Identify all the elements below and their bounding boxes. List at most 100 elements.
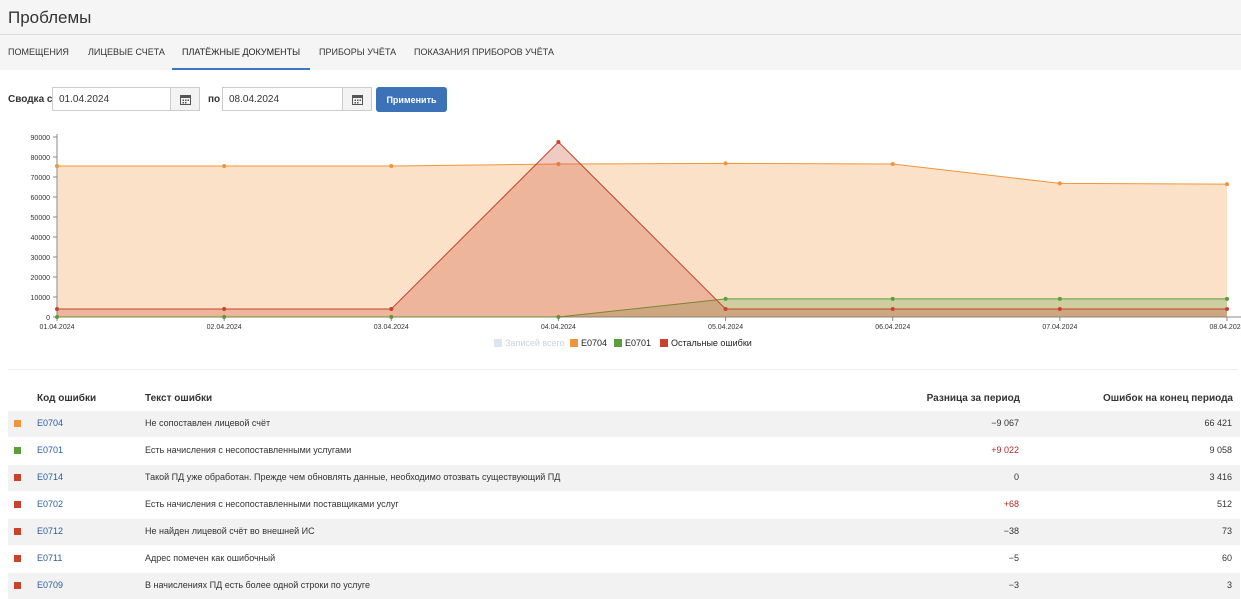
column-header-diff[interactable]: Разница за период	[927, 393, 1020, 404]
date-from-picker-button[interactable]	[170, 87, 200, 111]
error-end-count: 512	[1216, 499, 1232, 509]
error-code-link[interactable]: E0712	[37, 526, 63, 536]
table-row[interactable]: E0714 Такой ПД уже обработан. Прежде чем…	[8, 465, 1240, 491]
error-code-link[interactable]: E0714	[37, 472, 63, 482]
error-text: Адрес помечен как ошибочный	[145, 553, 276, 563]
error-diff: +9 022	[991, 445, 1019, 455]
calendar-icon	[180, 95, 191, 105]
table-row[interactable]: E0712 Не найден лицевой счёт во внешней …	[8, 519, 1240, 545]
error-color-marker	[14, 528, 21, 535]
header-divider	[0, 34, 1241, 35]
x-tick-label: 02.04.2024	[207, 324, 242, 331]
legend-swatch	[614, 339, 622, 347]
y-tick-label: 80000	[31, 155, 51, 162]
data-point-Остальные ошибки	[1225, 307, 1229, 311]
data-point-Остальные ошибки	[55, 307, 59, 311]
date-from-input[interactable]	[52, 87, 170, 111]
error-text: Есть начисления с несопоставленными услу…	[145, 445, 352, 455]
data-point-Остальные ошибки	[723, 307, 728, 311]
error-code-link[interactable]: E0701	[37, 445, 63, 455]
summary-to-label: по	[208, 94, 221, 105]
table-row[interactable]: E0702 Есть начисления с несопоставленным…	[8, 492, 1240, 518]
error-color-marker	[14, 420, 21, 427]
data-point-E0704	[1057, 181, 1062, 186]
error-color-marker	[14, 501, 21, 508]
error-color-marker	[14, 447, 21, 454]
column-header-end[interactable]: Ошибок на конец периода	[1103, 393, 1233, 404]
error-diff: −38	[1003, 526, 1019, 536]
tab-payment-documents[interactable]: ПЛАТЁЖНЫЕ ДОКУМЕНТЫ	[172, 36, 311, 70]
y-tick-label: 0	[46, 315, 50, 322]
y-tick-label: 40000	[31, 235, 51, 242]
table-row[interactable]: E0711 Адрес помечен как ошибочный −5 60	[8, 546, 1240, 572]
x-tick-label: 01.04.2024	[39, 324, 74, 331]
x-tick-label: 07.04.2024	[1042, 324, 1077, 331]
y-tick-label: 20000	[31, 275, 51, 282]
error-code-link[interactable]: E0702	[37, 499, 63, 509]
data-point-Остальные ошибки	[556, 140, 561, 144]
tab-premises[interactable]: ПОМЕЩЕНИЯ	[8, 36, 69, 68]
data-point-E0704	[389, 164, 394, 168]
data-point-E0704	[55, 164, 59, 168]
data-point-E0701	[1225, 296, 1229, 301]
error-end-count: 73	[1221, 526, 1232, 536]
data-point-E0701	[1057, 296, 1062, 301]
apply-button[interactable]: Применить	[376, 87, 447, 112]
error-color-marker	[14, 474, 21, 481]
tab-accounts[interactable]: ЛИЦЕВЫЕ СЧЕТА	[88, 36, 165, 68]
error-code-link[interactable]: E0709	[37, 580, 63, 590]
error-text: Такой ПД уже обработан. Прежде чем обнов…	[145, 472, 561, 482]
tab-meter-readings[interactable]: ПОКАЗАНИЯ ПРИБОРОВ УЧЁТА	[414, 36, 554, 68]
error-end-count: 9 058	[1209, 445, 1232, 455]
error-text: В начислениях ПД есть более одной строки…	[145, 580, 371, 590]
y-tick-label: 60000	[31, 195, 51, 202]
table-row[interactable]: E0701 Есть начисления с несопоставленным…	[8, 438, 1240, 464]
data-point-E0704	[222, 164, 227, 168]
legend-label: Записей всего	[505, 338, 565, 348]
date-to-picker-button[interactable]	[342, 87, 372, 111]
error-diff: −9 067	[991, 418, 1019, 428]
table-row[interactable]: E0709 В начислениях ПД есть более одной …	[8, 573, 1240, 599]
data-point-Остальные ошибки	[890, 307, 895, 311]
y-tick-label: 70000	[31, 175, 51, 182]
table-row[interactable]: E0704 Не сопоставлен лицевой счёт −9 067…	[8, 411, 1240, 437]
error-code-link[interactable]: E0704	[37, 418, 63, 428]
error-end-count: 3	[1226, 580, 1232, 590]
y-tick-label: 50000	[31, 215, 51, 222]
data-point-E0701	[723, 296, 728, 301]
data-point-E0704	[723, 161, 728, 166]
error-end-count: 3 416	[1209, 472, 1232, 482]
legend-item-e0704[interactable]: E0704	[570, 338, 607, 348]
data-point-E0704	[890, 162, 895, 166]
error-diff: −3	[1008, 580, 1019, 590]
x-tick-label: 08.04.2024	[1209, 324, 1241, 331]
y-tick-label: 10000	[31, 295, 51, 302]
error-code-link[interactable]: E0711	[37, 553, 62, 563]
y-tick-label: 30000	[31, 255, 51, 262]
summary-from-label: Сводка с	[8, 94, 53, 105]
x-tick-label: 04.04.2024	[541, 324, 576, 331]
legend-swatch	[494, 339, 502, 347]
tab-meters[interactable]: ПРИБОРЫ УЧЁТА	[319, 36, 396, 68]
legend-item-e0701[interactable]: E0701	[614, 338, 651, 348]
date-to-input[interactable]	[222, 87, 342, 111]
legend-swatch	[570, 339, 578, 347]
legend-item-other[interactable]: Остальные ошибки	[660, 338, 752, 348]
errors-area-chart: 0 10000 20000 30000 40000 50000 60000 70000 8000…	[31, 134, 1241, 331]
error-text: Есть начисления с несопоставленными пост…	[145, 499, 399, 509]
data-point-Остальные ошибки	[1057, 307, 1062, 311]
legend-item-total[interactable]: Записей всего	[494, 338, 565, 348]
y-tick-label: 90000	[31, 135, 51, 142]
data-point-Остальные ошибки	[222, 307, 227, 311]
column-header-code[interactable]: Код ошибки	[37, 393, 96, 404]
data-point-E0701	[890, 296, 895, 301]
error-color-marker	[14, 555, 21, 562]
data-point-Остальные ошибки	[389, 307, 394, 311]
error-end-count: 66 421	[1204, 418, 1232, 428]
x-tick-label: 06.04.2024	[875, 324, 910, 331]
legend-swatch	[660, 339, 668, 347]
data-point-E0704	[1225, 182, 1229, 187]
column-header-text[interactable]: Текст ошибки	[145, 393, 212, 404]
error-diff: +68	[1003, 499, 1019, 509]
legend-label: E0701	[625, 338, 652, 348]
